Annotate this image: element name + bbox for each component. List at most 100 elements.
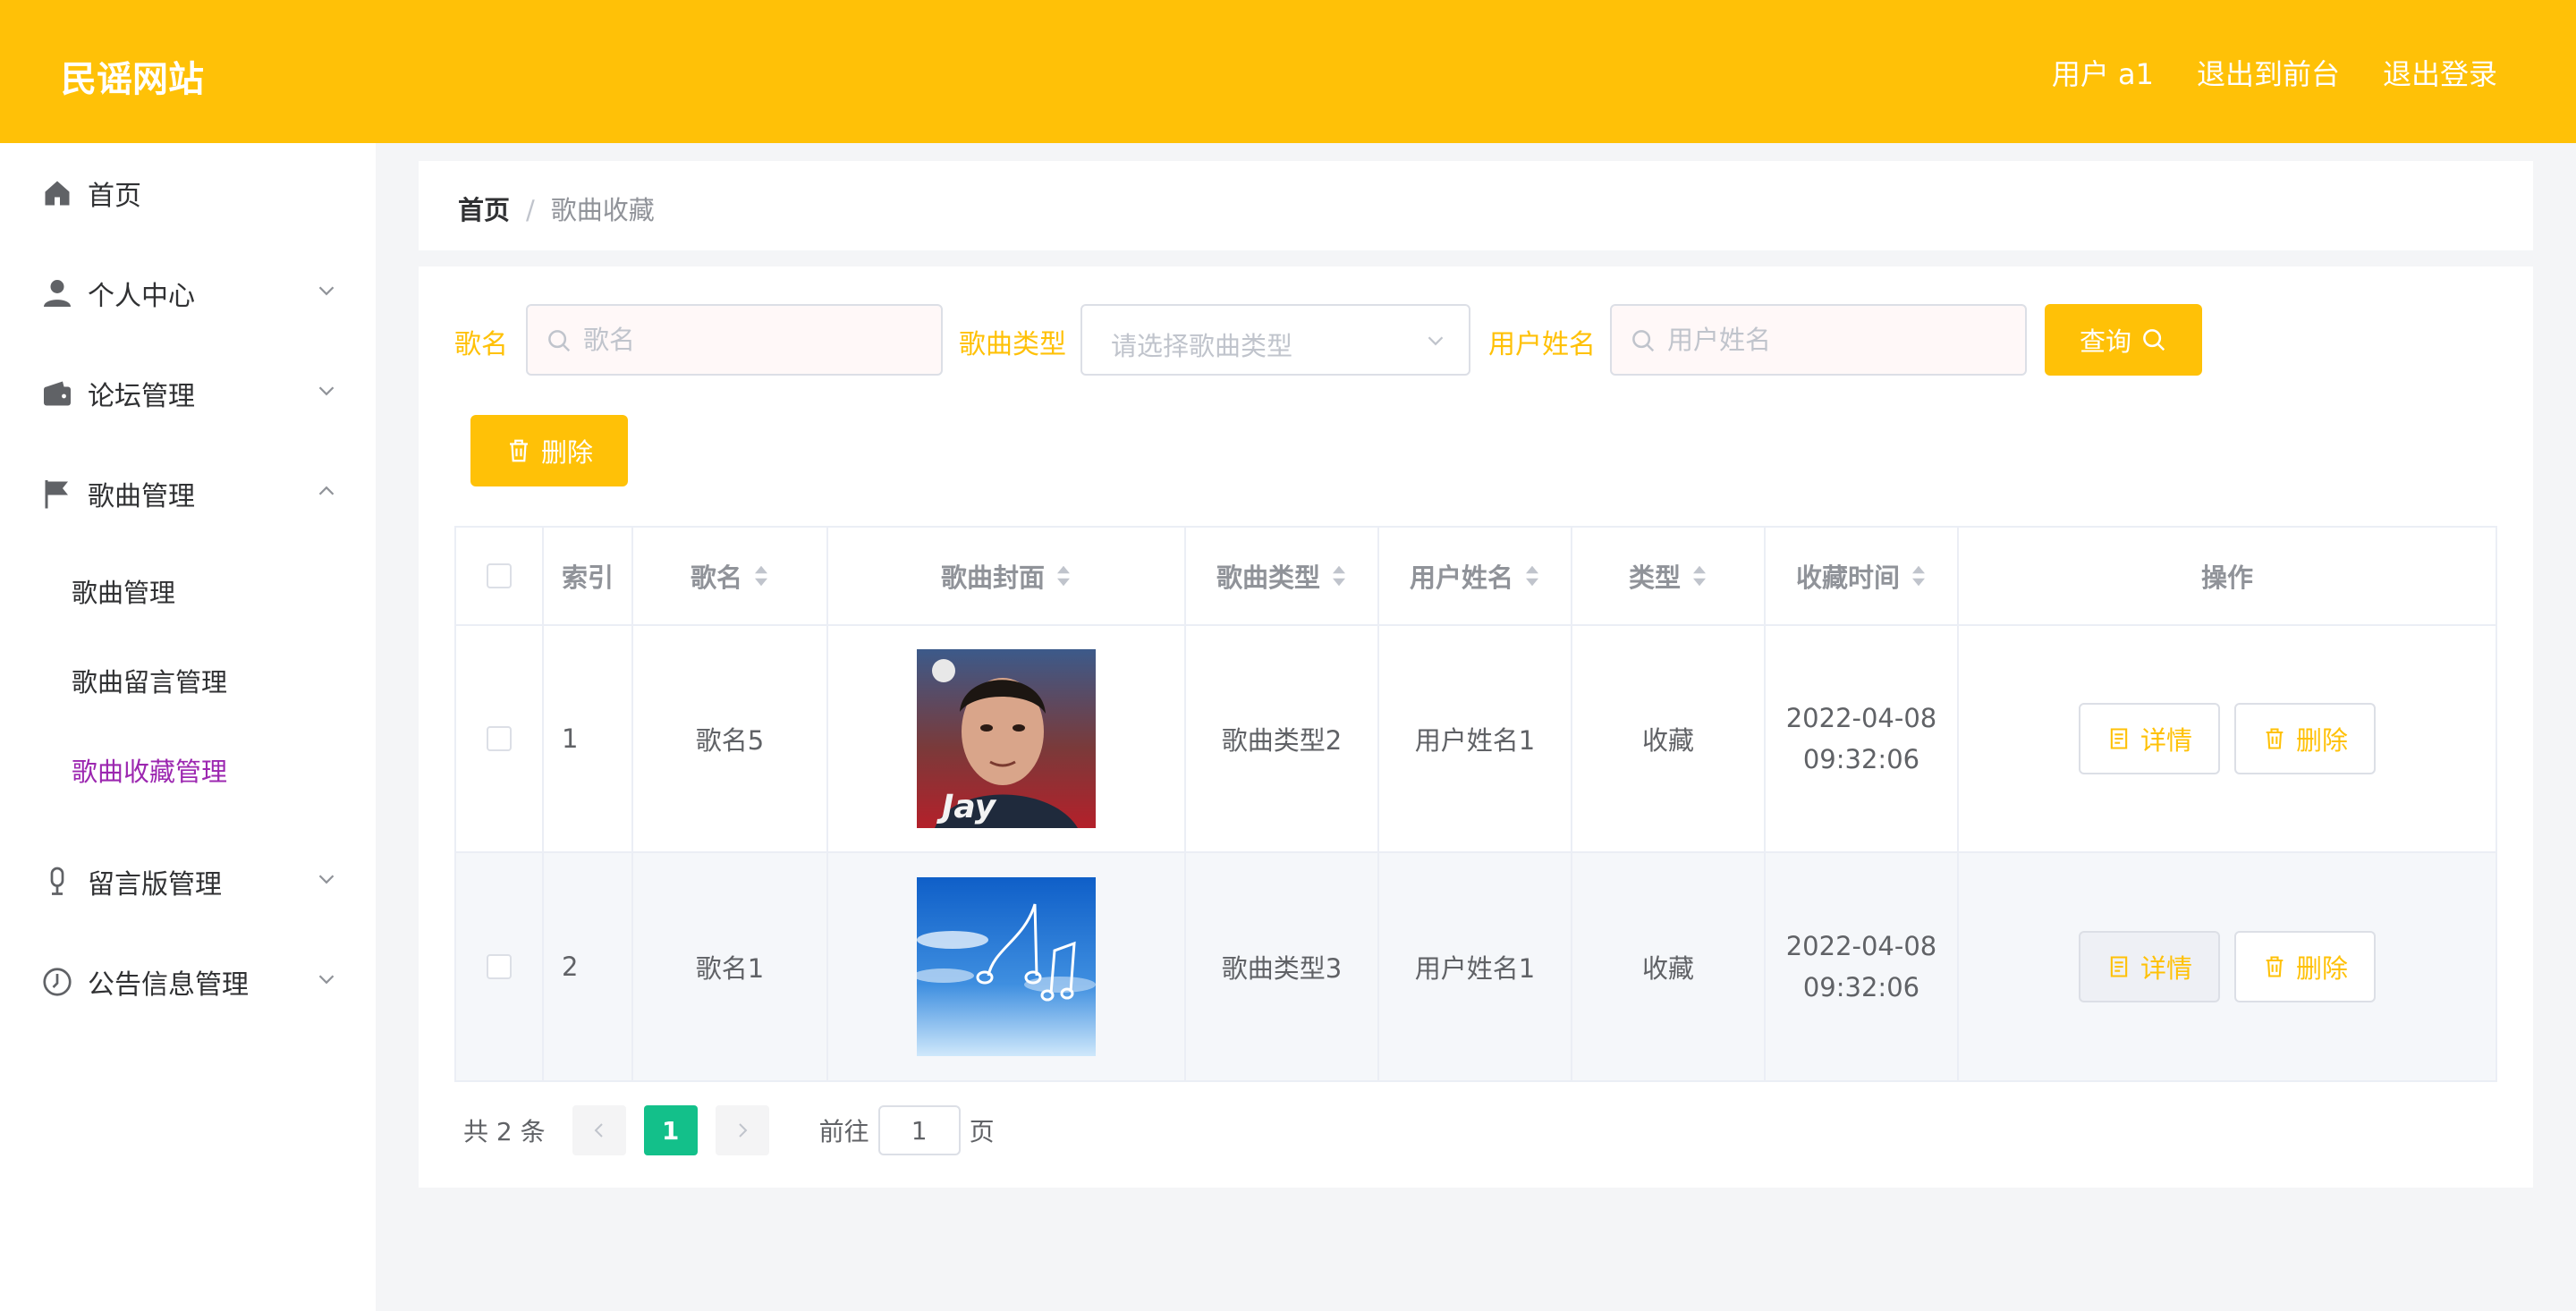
user-name-input[interactable] [1665,306,2014,374]
table-header-row: 索引 歌名 歌曲封面 歌曲类型 用户姓名 类型 收藏时间 操作 [456,528,2496,626]
row-delete-button[interactable]: 删除 [2234,703,2376,774]
sort-icon [1526,565,1538,587]
sidebar-item-notice-management[interactable]: 公告信息管理 [0,946,376,1018]
goto-page-input[interactable] [877,1105,961,1155]
trash-icon [2266,728,2284,749]
exit-to-front-link[interactable]: 退出到前台 [2197,52,2340,93]
current-user-label[interactable]: 用户 a1 [2052,52,2154,93]
microphone-icon [50,867,64,895]
cell-song-cover [828,853,1186,1080]
column-header-index: 索引 [544,528,633,624]
chevron-down-icon [1428,336,1444,346]
cell-song-name: 歌名1 [633,853,828,1080]
song-name-input[interactable] [581,306,930,374]
detail-button-label: 详情 [2140,953,2192,984]
column-header-song-name[interactable]: 歌名 [633,528,828,624]
breadcrumb-home[interactable]: 首页 [458,195,510,225]
batch-delete-button[interactable]: 删除 [470,415,628,486]
top-bar: 民谣网站 用户 a1 退出到前台 退出登录 [0,0,2576,143]
column-header-label: 用户姓名 [1409,562,1513,593]
sort-icon [1912,565,1925,587]
sort-icon [1057,565,1070,587]
breadcrumb-separator: / [526,195,535,225]
notice-icon [43,968,72,996]
column-header-label: 歌名 [690,562,742,593]
sidebar-item-message-board[interactable]: 留言版管理 [0,846,376,918]
query-button[interactable]: 查询 [2045,304,2202,376]
row-delete-label: 删除 [2295,725,2348,756]
search-icon [1632,330,1655,352]
cell-user-name: 用户姓名1 [1379,626,1572,851]
song-type-select[interactable]: 请选择歌曲类型 [1080,304,1470,376]
sidebar-item-label: 歌曲管理 [88,481,195,512]
album-cover-image [917,877,1096,1056]
favorites-table: 索引 歌名 歌曲封面 歌曲类型 用户姓名 类型 收藏时间 操作 1 歌名5 Ja… [454,526,2497,1082]
pagination: 共 2 条 1 前往 页 [463,1104,995,1157]
column-header-favorite-time[interactable]: 收藏时间 [1766,528,1959,624]
sort-icon [755,565,767,587]
chevron-down-icon [318,286,335,296]
document-icon [2110,728,2128,749]
row-checkbox-cell [456,853,544,1080]
page-number-1[interactable]: 1 [643,1105,698,1155]
row-delete-label: 删除 [2295,953,2348,984]
sidebar-item-forum[interactable]: 论坛管理 [0,358,376,429]
user-icon [44,280,71,307]
logout-link[interactable]: 退出登录 [2383,52,2497,93]
batch-delete-label: 删除 [540,437,593,468]
chevron-left-icon [594,1123,603,1138]
goto-prefix: 前往 [818,1117,869,1146]
cell-actions: 详情 删除 [1959,626,2496,851]
cell-index: 1 [544,626,633,851]
goto-suffix: 页 [969,1117,995,1146]
breadcrumb-panel: 首页 / 歌曲收藏 [419,161,2533,250]
album-cover-image: Jay [917,649,1096,828]
row-checkbox[interactable] [487,726,512,751]
row-checkbox-cell [456,626,544,851]
sidebar-subitem-song-management[interactable]: 歌曲管理 [72,572,175,610]
detail-button[interactable]: 详情 [2079,931,2220,1002]
cell-favorite-time: 2022-04-08 09:32:06 [1766,853,1959,1080]
column-header-song-type[interactable]: 歌曲类型 [1186,528,1379,624]
song-name-filter [526,304,943,376]
table-row: 2 歌名1 歌曲类型3 用户姓名1 收藏 2022-04-08 09:32:06… [456,853,2496,1080]
column-header-type[interactable]: 类型 [1572,528,1766,624]
trash-icon [509,439,528,462]
favorite-clock: 09:32:06 [1802,744,1920,774]
column-header-label: 歌曲类型 [1216,562,1320,593]
favorite-clock: 09:32:06 [1802,972,1920,1002]
sidebar-item-personal-center[interactable]: 个人中心 [0,258,376,329]
song-type-placeholder: 请选择歌曲类型 [1111,331,1293,361]
next-page-button[interactable] [715,1105,769,1155]
cell-song-cover: Jay [828,626,1186,851]
cell-index: 2 [544,853,633,1080]
document-icon [2110,956,2128,977]
column-header-song-cover[interactable]: 歌曲封面 [828,528,1186,624]
prev-page-button[interactable] [572,1105,626,1155]
cell-favorite-time: 2022-04-08 09:32:06 [1766,626,1959,851]
search-icon [548,330,571,352]
chevron-right-icon [738,1123,748,1138]
sidebar-item-song-management[interactable]: 歌曲管理 [0,458,376,529]
table-row: 1 歌名5 Jay 歌曲类型2 用户姓名1 收藏 2022-04-08 09:3… [456,626,2496,853]
cell-type: 收藏 [1572,853,1766,1080]
row-delete-button[interactable]: 删除 [2234,931,2376,1002]
sidebar-item-label: 论坛管理 [88,381,195,412]
sidebar-subitem-song-comments[interactable]: 歌曲留言管理 [72,662,227,699]
column-header-label: 类型 [1628,562,1681,593]
sidebar-subitem-song-favorites[interactable]: 歌曲收藏管理 [72,751,227,789]
sidebar-item-home[interactable]: 首页 [0,157,376,229]
song-type-filter-label: 歌曲类型 [959,329,1066,360]
chevron-down-icon [318,875,335,884]
select-all-checkbox[interactable] [487,563,512,588]
breadcrumb-current: 歌曲收藏 [550,195,655,225]
column-header-user-name[interactable]: 用户姓名 [1379,528,1572,624]
home-icon [45,181,70,206]
sidebar-item-label: 公告信息管理 [88,969,249,1001]
site-brand: 民谣网站 [61,59,204,100]
row-checkbox[interactable] [487,954,512,979]
song-name-filter-label: 歌名 [454,329,508,360]
query-button-label: 查询 [2079,326,2131,357]
detail-button[interactable]: 详情 [2079,703,2220,774]
cell-song-type: 歌曲类型3 [1186,853,1379,1080]
